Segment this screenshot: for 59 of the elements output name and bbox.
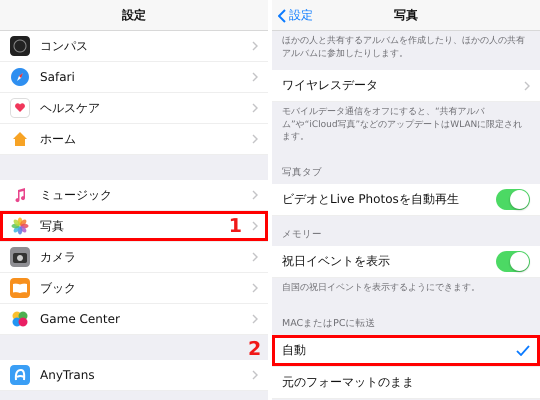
row-label: 自動 bbox=[282, 342, 307, 359]
chevron-icon bbox=[252, 252, 258, 262]
nav-title: 写真 bbox=[394, 6, 418, 24]
settings-row[interactable]: ビデオとLive Photosを自動再生 bbox=[272, 184, 540, 216]
settings-row[interactable]: ヘルスケア bbox=[0, 93, 268, 124]
settings-row[interactable]: AnyTrans bbox=[0, 360, 268, 391]
settings-row[interactable]: コンパス bbox=[0, 31, 268, 62]
row-label: コンパス bbox=[40, 38, 89, 54]
row-label: ブック bbox=[40, 280, 77, 296]
app-icon bbox=[10, 365, 30, 385]
row-label: Game Center bbox=[40, 312, 121, 326]
row-label: Safari bbox=[40, 70, 76, 84]
settings-row[interactable]: カメラ bbox=[0, 242, 268, 273]
row-label: 祝日イベントを表示 bbox=[282, 252, 391, 270]
chevron-icon bbox=[252, 283, 258, 293]
settings-row[interactable]: ワイヤレスデータ bbox=[272, 70, 540, 102]
chevron-icon bbox=[252, 103, 258, 113]
row-label: ミュージック bbox=[40, 186, 113, 204]
settings-row[interactable]: ブック bbox=[0, 273, 268, 304]
chevron-icon bbox=[524, 80, 530, 91]
row-label: 写真 bbox=[40, 218, 65, 234]
section-header: メモリー bbox=[281, 228, 323, 242]
back-chevron-icon bbox=[278, 8, 286, 22]
step-number: 2 bbox=[248, 340, 262, 359]
row-label: AnyTrans bbox=[40, 368, 96, 382]
flower-icon bbox=[10, 216, 30, 236]
row-label: 元のフォーマットのまま bbox=[282, 374, 415, 391]
row-label: ホーム bbox=[40, 130, 77, 148]
chevron-icon bbox=[252, 370, 258, 380]
toggle-switch[interactable] bbox=[496, 250, 530, 272]
settings-row[interactable]: 元のフォーマットのまま bbox=[272, 366, 540, 399]
row-label: ビデオとLive Photosを自動再生 bbox=[282, 190, 460, 208]
settings-row[interactable]: ミュージック bbox=[0, 180, 268, 211]
chevron-icon bbox=[252, 221, 258, 231]
section-footer: モバイルデータ通信をオフにすると、“共有アルバム”や“iCloud写真”などのアップデートはWLANに限定されます。 bbox=[272, 102, 540, 154]
toggle-switch[interactable] bbox=[496, 188, 530, 210]
settings-row[interactable]: Game Center bbox=[0, 304, 268, 335]
chevron-icon bbox=[252, 314, 258, 324]
row-label: カメラ bbox=[40, 248, 77, 266]
camera-icon bbox=[10, 247, 30, 267]
settings-row[interactable]: ホーム bbox=[0, 124, 268, 155]
row-label: ヘルスケア bbox=[40, 100, 101, 116]
bubbles-icon bbox=[10, 309, 30, 329]
row-label: ワイヤレスデータ bbox=[282, 77, 379, 94]
book-icon bbox=[10, 278, 30, 298]
chevron-icon bbox=[252, 72, 258, 82]
settings-row[interactable]: 写真 1 bbox=[0, 211, 268, 242]
chevron-icon bbox=[252, 41, 258, 51]
back-button[interactable]: 設定 bbox=[276, 5, 315, 26]
settings-row[interactable]: Safari bbox=[0, 62, 268, 93]
chevron-icon bbox=[252, 190, 258, 200]
section-header: 写真タブ bbox=[281, 166, 323, 180]
nav-title: 設定 bbox=[122, 6, 146, 24]
section-header: MACまたはPCに転送 bbox=[281, 316, 377, 331]
settings-row[interactable]: 祝日イベントを表示 bbox=[272, 246, 540, 278]
chevron-icon bbox=[252, 134, 258, 144]
step-number: 1 bbox=[228, 216, 242, 236]
section-footer: ほかの人と共有するアルバムを作成したり、ほかの人の共有アルバムに参加したりします。 bbox=[272, 31, 540, 70]
section-footer: 自国の祝日イベントを表示するようにできます。 bbox=[272, 278, 540, 305]
